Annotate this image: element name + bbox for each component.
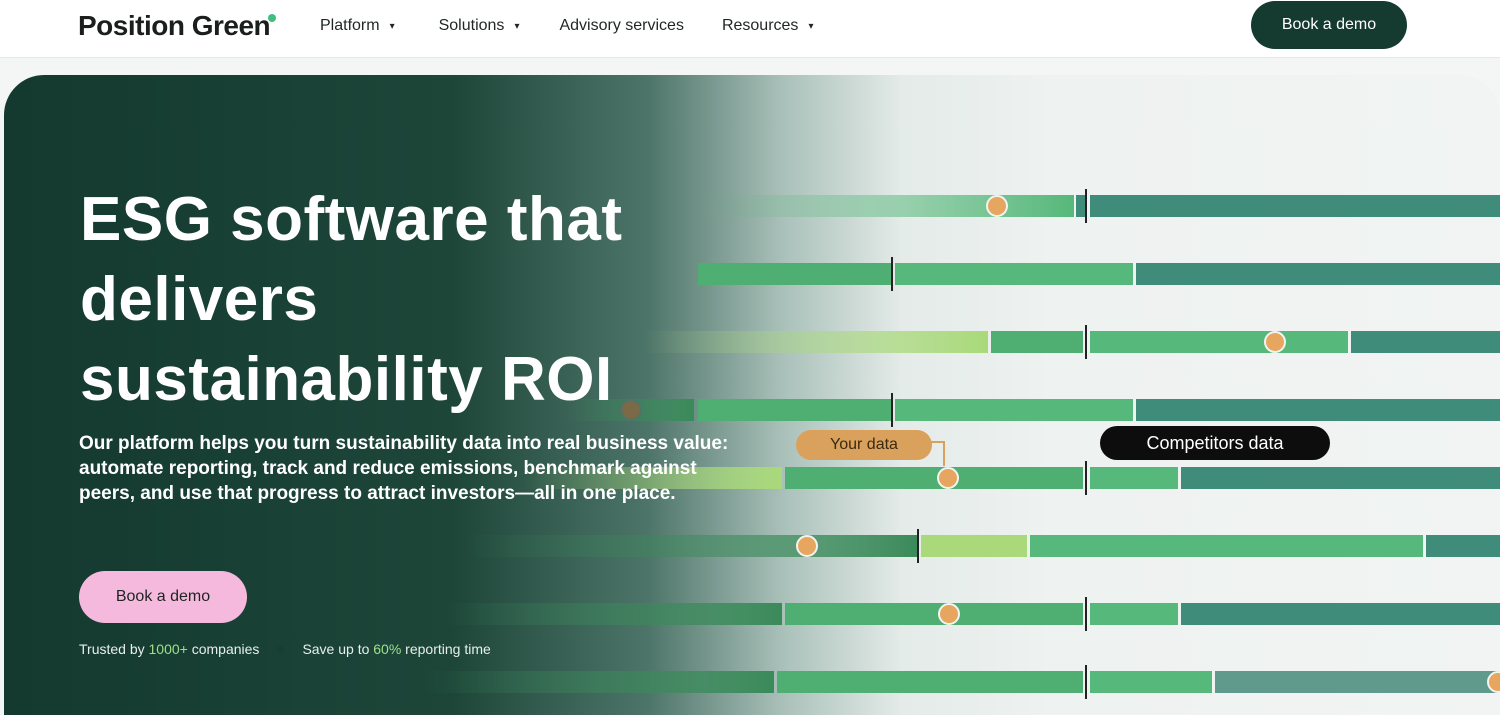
data-point-dot bbox=[796, 535, 818, 557]
your-data-label: Your data bbox=[796, 430, 932, 460]
bar-segment bbox=[1076, 195, 1086, 217]
bar-segment bbox=[1215, 671, 1500, 693]
book-demo-button[interactable]: Book a demo bbox=[1251, 1, 1407, 49]
logo[interactable]: Position Green bbox=[78, 10, 271, 42]
bar-segment bbox=[895, 263, 1133, 285]
marker-tick bbox=[1085, 665, 1087, 699]
bar-segment bbox=[464, 535, 918, 557]
hero-subtext: Our platform helps you turn sustainabili… bbox=[79, 433, 729, 504]
competitors-data-label: Competitors data bbox=[1100, 426, 1330, 460]
chevron-down-icon: ▾ bbox=[514, 20, 520, 32]
bar-segment bbox=[1181, 603, 1500, 625]
savings-text-prefix: Save up to bbox=[302, 641, 374, 657]
logo-dot-icon bbox=[268, 14, 276, 22]
nav-item-label: Resources bbox=[721, 17, 799, 34]
trust-text-prefix: Trusted by bbox=[79, 641, 149, 657]
bar-segment bbox=[991, 331, 1083, 353]
marker-tick bbox=[1085, 461, 1087, 495]
bar-segment bbox=[1090, 671, 1212, 693]
nav-item-label: Platform bbox=[320, 17, 380, 34]
bar-segment bbox=[921, 535, 1027, 557]
hero-section: ESG software that delivers sustainabilit… bbox=[4, 75, 1500, 715]
nav-item-label: Solutions bbox=[438, 17, 505, 34]
top-navigation: Position Green Platform ▾ Solutions ▾ Ad… bbox=[0, 0, 1500, 58]
bar-segment bbox=[785, 467, 1083, 489]
bar-segment bbox=[1030, 535, 1423, 557]
companies-count: 1000+ bbox=[148, 641, 188, 657]
trust-text-suffix: companies bbox=[187, 641, 260, 657]
nav-item-solutions[interactable]: Solutions ▾ bbox=[439, 15, 520, 37]
marker-tick bbox=[917, 529, 919, 563]
bar-segment bbox=[698, 399, 892, 421]
marker-tick bbox=[891, 393, 893, 427]
chevron-down-icon: ▾ bbox=[808, 20, 814, 32]
bar-segment bbox=[1136, 399, 1500, 421]
nav-item-resources[interactable]: Resources ▾ bbox=[722, 15, 814, 37]
data-point-dot bbox=[1487, 671, 1500, 693]
separator-dot-icon bbox=[277, 645, 285, 653]
bar-segment bbox=[1181, 467, 1500, 489]
hero-headline: ESG software that delivers sustainabilit… bbox=[80, 185, 623, 414]
bar-segment bbox=[895, 399, 1133, 421]
nav-item-label: Advisory services bbox=[559, 17, 684, 34]
bar-segment bbox=[424, 671, 774, 693]
trust-bar: Trusted by 1000+ companies Save up to 60… bbox=[79, 641, 491, 657]
main-menu: Platform ▾ Solutions ▾ Advisory services… bbox=[320, 15, 813, 37]
nav-item-platform[interactable]: Platform ▾ bbox=[320, 15, 395, 37]
bar-segment bbox=[444, 603, 782, 625]
chevron-down-icon: ▾ bbox=[389, 20, 395, 32]
bar-segment bbox=[1090, 195, 1500, 217]
savings-percent: 60% bbox=[373, 641, 402, 657]
bar-segment bbox=[704, 195, 1074, 217]
bar-segment bbox=[1090, 603, 1178, 625]
marker-tick bbox=[1085, 325, 1087, 359]
bar-segment bbox=[698, 263, 892, 285]
bar-segment bbox=[777, 671, 1083, 693]
bar-segment bbox=[785, 603, 1083, 625]
data-point-dot bbox=[1264, 331, 1286, 353]
marker-tick bbox=[1085, 189, 1087, 223]
data-point-dot bbox=[937, 467, 959, 489]
bar-segment bbox=[1090, 467, 1178, 489]
hero-book-demo-button[interactable]: Book a demo bbox=[79, 571, 247, 623]
bar-segment bbox=[1351, 331, 1500, 353]
data-point-dot bbox=[938, 603, 960, 625]
bar-segment bbox=[1426, 535, 1500, 557]
savings-text-suffix: reporting time bbox=[401, 641, 491, 657]
data-point-dot bbox=[986, 195, 1008, 217]
bar-segment bbox=[1136, 263, 1500, 285]
nav-item-advisory-services[interactable]: Advisory services bbox=[559, 15, 683, 37]
marker-tick bbox=[891, 257, 893, 291]
marker-tick bbox=[1085, 597, 1087, 631]
bar-segment bbox=[1090, 331, 1348, 353]
